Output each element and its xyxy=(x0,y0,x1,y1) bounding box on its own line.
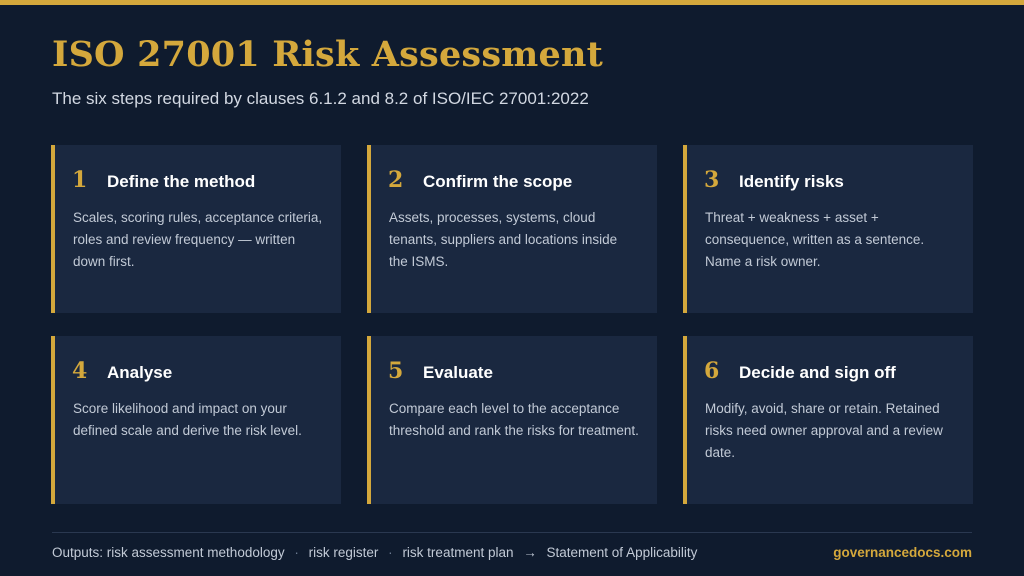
step-description: Threat + weakness + asset + consequence,… xyxy=(705,210,925,269)
step-card-4: 4 Analyse Score likelihood and impact on… xyxy=(51,336,341,504)
arrow-right-icon: → xyxy=(523,545,537,560)
step-heading: Analyse xyxy=(107,363,173,382)
step-description: Scales, scoring rules, acceptance criter… xyxy=(73,210,323,269)
step-heading: Evaluate xyxy=(423,363,493,382)
step-card-1: 1 Define the method Scales, scoring rule… xyxy=(51,145,341,313)
step-card-5: 5 Evaluate Compare each level to the acc… xyxy=(367,336,657,504)
output-item: risk treatment plan xyxy=(402,545,514,560)
page-title: ISO 27001 Risk Assessment xyxy=(52,34,603,75)
separator: · xyxy=(294,545,299,560)
step-card-2: 2 Confirm the scope Assets, processes, s… xyxy=(367,145,657,313)
step-number: 4 xyxy=(72,358,88,384)
step-number: 1 xyxy=(72,167,88,193)
step-card-6: 6 Decide and sign off Modify, avoid, sha… xyxy=(683,336,973,504)
step-description: Compare each level to the acceptance thr… xyxy=(389,401,639,438)
step-heading: Decide and sign off xyxy=(739,363,896,382)
step-card-3: 3 Identify risks Threat + weakness + ass… xyxy=(683,145,973,313)
outputs-line: Outputs: risk assessment methodology · r… xyxy=(52,545,697,560)
footer-divider xyxy=(52,532,972,533)
step-heading: Confirm the scope xyxy=(423,172,573,191)
output-item: Statement of Applicability xyxy=(546,545,698,560)
step-number: 3 xyxy=(704,167,720,193)
step-description: Score likelihood and impact on your defi… xyxy=(73,401,302,438)
step-number: 5 xyxy=(388,358,404,384)
top-accent-bar xyxy=(0,0,1024,5)
step-description: Modify, avoid, share or retain. Retained… xyxy=(705,401,943,460)
page-subtitle: The six steps required by clauses 6.1.2 … xyxy=(52,89,589,108)
step-number: 6 xyxy=(704,358,720,384)
step-heading: Identify risks xyxy=(739,172,844,191)
step-heading: Define the method xyxy=(107,172,256,191)
step-number: 2 xyxy=(388,167,404,193)
brand-link[interactable]: governancedocs.com xyxy=(833,545,972,560)
separator: · xyxy=(388,545,393,560)
step-description: Assets, processes, systems, cloud tenant… xyxy=(389,210,618,269)
outputs-label: Outputs: risk assessment methodology xyxy=(52,545,285,560)
output-item: risk register xyxy=(308,545,379,560)
